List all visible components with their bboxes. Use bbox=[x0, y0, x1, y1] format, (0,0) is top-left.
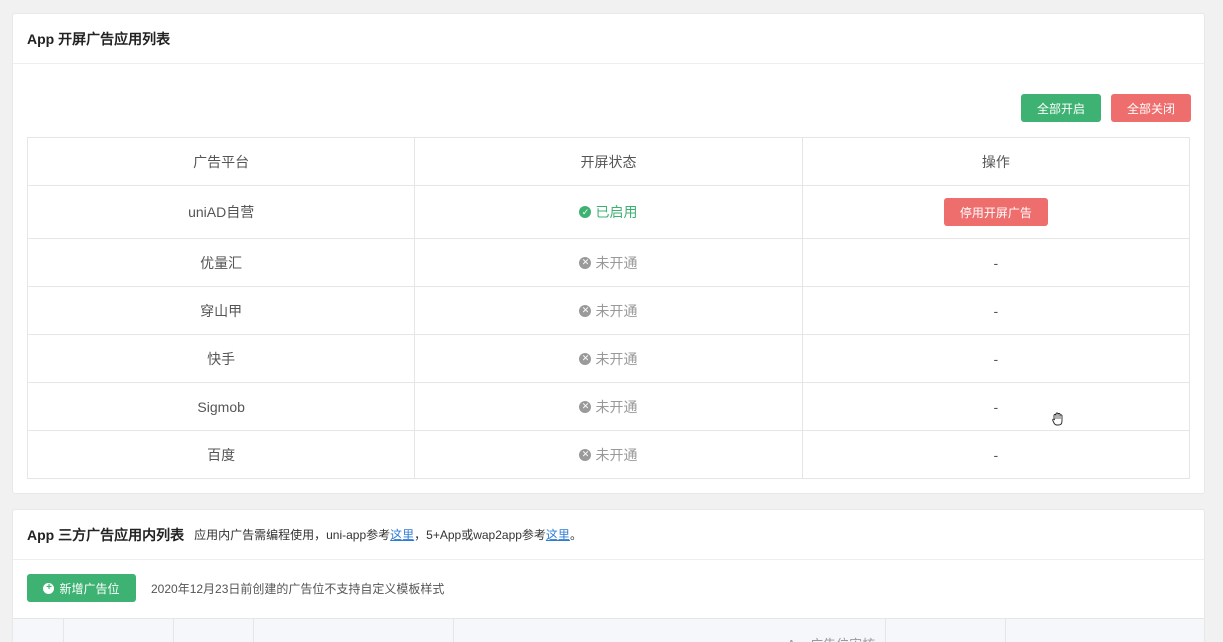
wap2app-reference-link[interactable]: 这里 bbox=[546, 528, 570, 542]
status-cell: ✕ 未开通 bbox=[414, 430, 803, 479]
platform-cell: Sigmob bbox=[26, 382, 416, 431]
check-circle-icon: ✓ bbox=[579, 206, 592, 219]
platform-cell: 优量汇 bbox=[26, 238, 416, 287]
enable-all-button[interactable]: 全部开启 bbox=[1021, 94, 1101, 122]
platform-cell: uniAD自营 bbox=[26, 185, 416, 239]
status-cell: ✓ 已启用 bbox=[414, 185, 803, 239]
table-row: uniAD自营 ✓ 已启用 停用开屏广告 bbox=[26, 185, 1191, 239]
status-cell: ✕ 未开通 bbox=[414, 334, 803, 383]
note-middle: ，5+App或wap2app参考 bbox=[414, 528, 546, 542]
action-cell: - bbox=[801, 238, 1191, 287]
action-cell: - bbox=[801, 382, 1191, 431]
status-label: 已启用 bbox=[595, 204, 638, 221]
disable-all-button[interactable]: 全部关闭 bbox=[1111, 94, 1191, 122]
status-label: 未开通 bbox=[595, 302, 638, 319]
status-cell: ✕ 未开通 bbox=[414, 382, 803, 431]
platform-cell: 快手 bbox=[26, 334, 416, 383]
splash-card-title: App 开屏广告应用列表 bbox=[27, 30, 171, 47]
column-divider bbox=[173, 619, 174, 642]
x-circle-icon: ✕ bbox=[579, 256, 592, 269]
status-label: 未开通 bbox=[595, 446, 638, 463]
column-header-platform: 广告平台 bbox=[26, 137, 416, 186]
status-cell: ✕ 未开通 bbox=[414, 238, 803, 287]
ad-slot-toolbar: + 新增广告位 2020年12月23日前创建的广告位不支持自定义模板样式 bbox=[27, 574, 444, 602]
status-label: 未开通 bbox=[595, 254, 638, 271]
status-badge: ✕ 未开通 bbox=[579, 397, 637, 417]
action-cell: - bbox=[801, 334, 1191, 383]
column-header-review: App广告位审核 bbox=[787, 634, 883, 642]
column-header-action: 操作 bbox=[801, 137, 1191, 186]
grab-cursor-icon bbox=[1052, 412, 1063, 426]
column-divider bbox=[885, 619, 886, 642]
x-circle-icon: ✕ bbox=[579, 352, 592, 365]
table-row: 快手 ✕ 未开通 - bbox=[26, 334, 1191, 383]
action-cell: 停用开屏广告 bbox=[801, 185, 1191, 239]
add-ad-slot-label: 新增广告位 bbox=[59, 581, 120, 596]
status-badge: ✕ 未开通 bbox=[579, 445, 637, 465]
action-cell: - bbox=[801, 286, 1191, 335]
column-divider bbox=[253, 619, 254, 642]
table-row: 优量汇 ✕ 未开通 - bbox=[26, 238, 1191, 287]
third-party-ad-card: App 三方广告应用内列表 应用内广告需编程使用，uni-app参考这里，5+A… bbox=[12, 509, 1205, 642]
stop-splash-ad-button[interactable]: 停用开屏广告 bbox=[943, 198, 1048, 226]
splash-ad-table: 广告平台 开屏状态 操作 uniAD自营 ✓ 已启用 停用开屏广告 优量汇 ✕ … bbox=[26, 137, 1191, 479]
third-party-card-header: App 三方广告应用内列表 应用内广告需编程使用，uni-app参考这里，5+A… bbox=[13, 510, 1204, 560]
status-cell: ✕ 未开通 bbox=[414, 286, 803, 335]
splash-card-header: App 开屏广告应用列表 bbox=[13, 14, 1204, 64]
status-label: 未开通 bbox=[595, 350, 638, 367]
x-circle-icon: ✕ bbox=[579, 448, 592, 461]
note-suffix: 。 bbox=[569, 528, 582, 542]
platform-cell: 百度 bbox=[26, 430, 416, 479]
column-divider bbox=[63, 619, 64, 642]
platform-cell: 穿山甲 bbox=[26, 286, 416, 335]
note-prefix: 应用内广告需编程使用，uni-app参考 bbox=[194, 528, 391, 542]
table-row: 百度 ✕ 未开通 - bbox=[26, 430, 1191, 479]
status-badge: ✕ 未开通 bbox=[579, 301, 637, 321]
column-divider bbox=[453, 619, 454, 642]
status-badge: ✕ 未开通 bbox=[579, 253, 637, 273]
splash-ad-card: App 开屏广告应用列表 全部开启 全部关闭 广告平台 开屏状态 操作 uniA… bbox=[12, 13, 1205, 494]
table-header-row: 广告平台 开屏状态 操作 bbox=[26, 137, 1191, 186]
ad-slot-table-header: App广告位审核 bbox=[13, 618, 1204, 642]
action-cell: - bbox=[801, 430, 1191, 479]
third-party-card-title: App 三方广告应用内列表 bbox=[27, 526, 185, 543]
uni-app-reference-link[interactable]: 这里 bbox=[390, 528, 414, 542]
status-badge: ✕ 未开通 bbox=[579, 349, 637, 369]
template-note: 2020年12月23日前创建的广告位不支持自定义模板样式 bbox=[151, 581, 445, 596]
status-badge: ✓ 已启用 bbox=[579, 202, 637, 222]
x-circle-icon: ✕ bbox=[579, 400, 592, 413]
column-header-status: 开屏状态 bbox=[414, 137, 803, 186]
status-label: 未开通 bbox=[595, 398, 638, 415]
table-row: Sigmob ✕ 未开通 - bbox=[26, 382, 1191, 431]
add-ad-slot-button[interactable]: + 新增广告位 bbox=[27, 574, 136, 602]
plus-circle-icon: + bbox=[43, 582, 55, 594]
column-divider bbox=[1005, 619, 1006, 642]
x-circle-icon: ✕ bbox=[579, 304, 592, 317]
header-note: 应用内广告需编程使用，uni-app参考这里，5+App或wap2app参考这里… bbox=[194, 526, 582, 543]
table-row: 穿山甲 ✕ 未开通 - bbox=[26, 286, 1191, 335]
